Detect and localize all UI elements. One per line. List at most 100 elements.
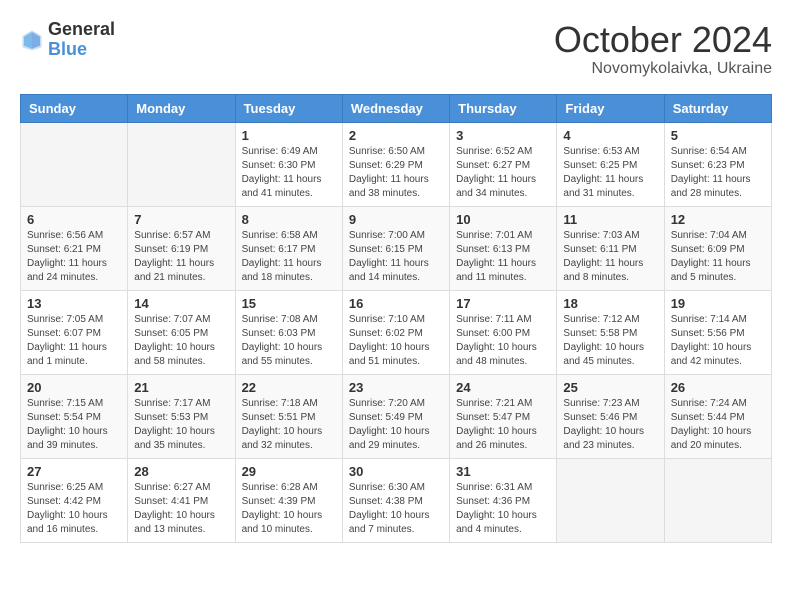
- day-number: 7: [134, 212, 228, 227]
- title-area: October 2024 Novomykolaivka, Ukraine: [554, 20, 772, 78]
- day-number: 26: [671, 380, 765, 395]
- calendar-cell: 25 Sunrise: 7:23 AM Sunset: 5:46 PM Dayli…: [557, 374, 664, 458]
- day-number: 15: [242, 296, 336, 311]
- day-info: Sunrise: 6:31 AM Sunset: 4:36 PM Dayligh…: [456, 481, 550, 537]
- day-number: 25: [563, 380, 657, 395]
- day-info: Sunrise: 7:05 AM Sunset: 6:07 PM Dayligh…: [27, 313, 121, 369]
- day-number: 31: [456, 464, 550, 479]
- weekday-header-wednesday: Wednesday: [342, 94, 449, 122]
- day-number: 12: [671, 212, 765, 227]
- day-number: 18: [563, 296, 657, 311]
- day-number: 23: [349, 380, 443, 395]
- logo-icon: [20, 28, 44, 52]
- day-number: 4: [563, 128, 657, 143]
- day-info: Sunrise: 7:03 AM Sunset: 6:11 PM Dayligh…: [563, 229, 657, 285]
- calendar-cell: [664, 458, 771, 542]
- calendar-cell: 7Sunrise: 6:57 AM Sunset: 6:19 PM Daylig…: [128, 206, 235, 290]
- day-info: Sunrise: 6:52 AM Sunset: 6:27 PM Dayligh…: [456, 145, 550, 201]
- calendar-cell: 20 Sunrise: 7:15 AM Sunset: 5:54 PM Dayli…: [21, 374, 128, 458]
- logo: General Blue: [20, 20, 115, 60]
- day-info: Sunrise: 7:15 AM Sunset: 5:54 PM Dayligh…: [27, 397, 121, 453]
- calendar-cell: 19 Sunrise: 7:14 AM Sunset: 5:56 PM Dayli…: [664, 290, 771, 374]
- calendar-week-row: 27Sunrise: 6:25 AM Sunset: 4:42 PM Dayli…: [21, 458, 772, 542]
- day-info: Sunrise: 7:20 AM Sunset: 5:49 PM Dayligh…: [349, 397, 443, 453]
- day-number: 24: [456, 380, 550, 395]
- weekday-header-friday: Friday: [557, 94, 664, 122]
- calendar-cell: 26 Sunrise: 7:24 AM Sunset: 5:44 PM Dayli…: [664, 374, 771, 458]
- day-info: Sunrise: 6:27 AM Sunset: 4:41 PM Dayligh…: [134, 481, 228, 537]
- calendar-cell: 9 Sunrise: 7:00 AM Sunset: 6:15 PM Daylig…: [342, 206, 449, 290]
- day-info: Sunrise: 6:50 AM Sunset: 6:29 PM Dayligh…: [349, 145, 443, 201]
- calendar-cell: 12 Sunrise: 7:04 AM Sunset: 6:09 PM Dayli…: [664, 206, 771, 290]
- calendar-cell: 17Sunrise: 7:11 AM Sunset: 6:00 PM Dayli…: [450, 290, 557, 374]
- day-info: Sunrise: 6:49 AM Sunset: 6:30 PM Dayligh…: [242, 145, 336, 201]
- day-number: 29: [242, 464, 336, 479]
- weekday-header-saturday: Saturday: [664, 94, 771, 122]
- day-number: 19: [671, 296, 765, 311]
- day-info: Sunrise: 7:17 AM Sunset: 5:53 PM Dayligh…: [134, 397, 228, 453]
- day-info: Sunrise: 6:28 AM Sunset: 4:39 PM Dayligh…: [242, 481, 336, 537]
- day-info: Sunrise: 6:58 AM Sunset: 6:17 PM Dayligh…: [242, 229, 336, 285]
- day-info: Sunrise: 7:21 AM Sunset: 5:47 PM Dayligh…: [456, 397, 550, 453]
- calendar-cell: 2 Sunrise: 6:50 AM Sunset: 6:29 PM Daylig…: [342, 122, 449, 206]
- calendar-cell: 14Sunrise: 7:07 AM Sunset: 6:05 PM Dayli…: [128, 290, 235, 374]
- calendar-cell: 13 Sunrise: 7:05 AM Sunset: 6:07 PM Dayli…: [21, 290, 128, 374]
- day-number: 20: [27, 380, 121, 395]
- day-info: Sunrise: 6:54 AM Sunset: 6:23 PM Dayligh…: [671, 145, 765, 201]
- calendar-cell: 10Sunrise: 7:01 AM Sunset: 6:13 PM Dayli…: [450, 206, 557, 290]
- calendar-week-row: 13 Sunrise: 7:05 AM Sunset: 6:07 PM Dayli…: [21, 290, 772, 374]
- day-info: Sunrise: 7:23 AM Sunset: 5:46 PM Dayligh…: [563, 397, 657, 453]
- day-info: Sunrise: 7:00 AM Sunset: 6:15 PM Dayligh…: [349, 229, 443, 285]
- calendar-cell: 16 Sunrise: 7:10 AM Sunset: 6:02 PM Dayli…: [342, 290, 449, 374]
- calendar-cell: [128, 122, 235, 206]
- day-number: 2: [349, 128, 443, 143]
- day-info: Sunrise: 7:04 AM Sunset: 6:09 PM Dayligh…: [671, 229, 765, 285]
- day-number: 28: [134, 464, 228, 479]
- calendar-cell: [21, 122, 128, 206]
- day-number: 11: [563, 212, 657, 227]
- day-number: 10: [456, 212, 550, 227]
- logo-text: General Blue: [48, 20, 115, 60]
- calendar-cell: 30 Sunrise: 6:30 AM Sunset: 4:38 PM Dayli…: [342, 458, 449, 542]
- day-number: 6: [27, 212, 121, 227]
- day-number: 16: [349, 296, 443, 311]
- weekday-header-thursday: Thursday: [450, 94, 557, 122]
- day-info: Sunrise: 7:14 AM Sunset: 5:56 PM Dayligh…: [671, 313, 765, 369]
- day-number: 30: [349, 464, 443, 479]
- day-info: Sunrise: 6:30 AM Sunset: 4:38 PM Dayligh…: [349, 481, 443, 537]
- day-number: 9: [349, 212, 443, 227]
- calendar-cell: 6Sunrise: 6:56 AM Sunset: 6:21 PM Daylig…: [21, 206, 128, 290]
- month-title: October 2024: [554, 20, 772, 60]
- calendar-cell: 8Sunrise: 6:58 AM Sunset: 6:17 PM Daylig…: [235, 206, 342, 290]
- weekday-header-tuesday: Tuesday: [235, 94, 342, 122]
- day-number: 13: [27, 296, 121, 311]
- day-info: Sunrise: 7:08 AM Sunset: 6:03 PM Dayligh…: [242, 313, 336, 369]
- calendar-cell: 22 Sunrise: 7:18 AM Sunset: 5:51 PM Dayli…: [235, 374, 342, 458]
- day-number: 27: [27, 464, 121, 479]
- calendar-cell: 23 Sunrise: 7:20 AM Sunset: 5:49 PM Dayli…: [342, 374, 449, 458]
- location-subtitle: Novomykolaivka, Ukraine: [554, 60, 772, 78]
- calendar-week-row: 1Sunrise: 6:49 AM Sunset: 6:30 PM Daylig…: [21, 122, 772, 206]
- calendar-table: SundayMondayTuesdayWednesdayThursdayFrid…: [20, 94, 772, 543]
- logo-blue: Blue: [48, 39, 87, 59]
- day-number: 5: [671, 128, 765, 143]
- day-info: Sunrise: 7:24 AM Sunset: 5:44 PM Dayligh…: [671, 397, 765, 453]
- calendar-cell: 29 Sunrise: 6:28 AM Sunset: 4:39 PM Dayli…: [235, 458, 342, 542]
- day-info: Sunrise: 6:53 AM Sunset: 6:25 PM Dayligh…: [563, 145, 657, 201]
- calendar-cell: 18 Sunrise: 7:12 AM Sunset: 5:58 PM Dayli…: [557, 290, 664, 374]
- calendar-cell: 15 Sunrise: 7:08 AM Sunset: 6:03 PM Dayli…: [235, 290, 342, 374]
- day-number: 22: [242, 380, 336, 395]
- calendar-cell: [557, 458, 664, 542]
- calendar-cell: 21 Sunrise: 7:17 AM Sunset: 5:53 PM Dayli…: [128, 374, 235, 458]
- day-number: 14: [134, 296, 228, 311]
- day-info: Sunrise: 7:18 AM Sunset: 5:51 PM Dayligh…: [242, 397, 336, 453]
- calendar-cell: 27Sunrise: 6:25 AM Sunset: 4:42 PM Dayli…: [21, 458, 128, 542]
- day-info: Sunrise: 7:12 AM Sunset: 5:58 PM Dayligh…: [563, 313, 657, 369]
- calendar-cell: 5 Sunrise: 6:54 AM Sunset: 6:23 PM Daylig…: [664, 122, 771, 206]
- calendar-cell: 24 Sunrise: 7:21 AM Sunset: 5:47 PM Dayli…: [450, 374, 557, 458]
- calendar-cell: 31 Sunrise: 6:31 AM Sunset: 4:36 PM Dayli…: [450, 458, 557, 542]
- day-info: Sunrise: 7:10 AM Sunset: 6:02 PM Dayligh…: [349, 313, 443, 369]
- day-number: 21: [134, 380, 228, 395]
- day-number: 17: [456, 296, 550, 311]
- calendar-cell: 1Sunrise: 6:49 AM Sunset: 6:30 PM Daylig…: [235, 122, 342, 206]
